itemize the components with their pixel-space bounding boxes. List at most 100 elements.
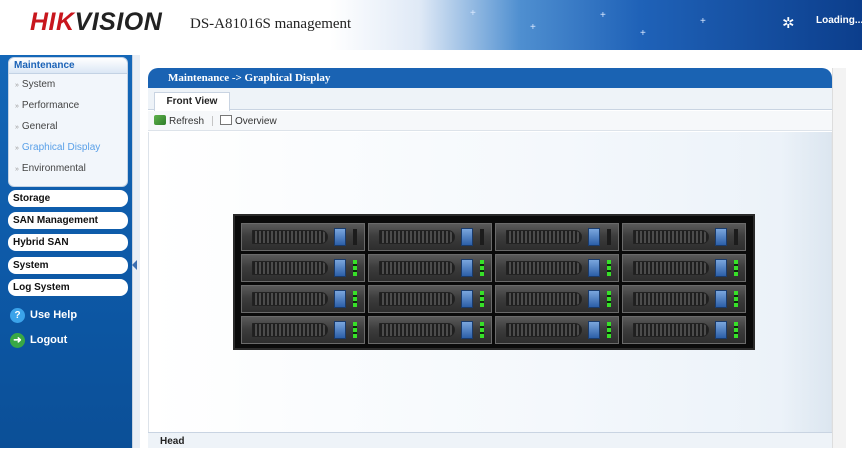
disk-bay[interactable] xyxy=(241,223,365,251)
double-chevron-icon: » xyxy=(15,82,19,89)
sidebar-item-system[interactable]: » System xyxy=(9,74,127,95)
sidebar-item-storage[interactable]: Storage xyxy=(8,190,128,207)
sparkle-decoration: + xyxy=(530,22,536,33)
bay-grip xyxy=(252,261,328,275)
bay-grip xyxy=(506,292,582,306)
disk-bay[interactable] xyxy=(241,285,365,313)
help-icon: ? xyxy=(10,307,25,323)
status-led-icon xyxy=(607,229,611,245)
tab-strip xyxy=(148,88,832,110)
bay-grip xyxy=(633,261,709,275)
breadcrumb: Maintenance -> Graphical Display xyxy=(168,72,331,84)
disk-bay[interactable] xyxy=(241,254,365,282)
sparkle-decoration: + xyxy=(600,10,606,21)
sidebar-item-log-system[interactable]: Log System xyxy=(8,279,128,296)
use-help-label: Use Help xyxy=(30,309,78,321)
bay-grip xyxy=(633,230,709,244)
disk-bay[interactable] xyxy=(622,316,746,344)
display-canvas xyxy=(148,132,832,432)
sidebar-item-hybrid-san[interactable]: Hybrid SAN xyxy=(8,234,128,251)
refresh-icon xyxy=(154,115,166,125)
vertical-scrollbar[interactable] xyxy=(832,68,846,448)
bay-latch-icon xyxy=(715,259,727,277)
sidebar-item-label: Performance xyxy=(21,100,80,111)
sparkle-decoration: + xyxy=(640,28,646,39)
logout-label: Logout xyxy=(30,334,68,346)
sidebar-item-environmental[interactable]: » Environmental xyxy=(9,158,127,179)
loading-spinner-icon: ✲ xyxy=(782,15,795,32)
bay-grip xyxy=(379,323,455,337)
bay-row xyxy=(241,223,747,251)
status-led-icon xyxy=(480,291,484,307)
storage-enclosure xyxy=(233,214,755,350)
sidebar-item-san-management[interactable]: SAN Management xyxy=(8,212,128,229)
disk-bay[interactable] xyxy=(368,285,492,313)
arrow-right-icon: ➜ xyxy=(10,332,25,348)
tab-head[interactable]: Head xyxy=(154,434,190,449)
disk-bay[interactable] xyxy=(368,316,492,344)
logout-button[interactable]: ➜ Logout xyxy=(10,332,67,348)
disk-bay[interactable] xyxy=(368,223,492,251)
sidebar-item-system-group[interactable]: System xyxy=(8,257,128,274)
double-chevron-icon: » xyxy=(15,145,19,152)
status-led-icon xyxy=(607,291,611,307)
sidebar-splitter[interactable] xyxy=(132,55,140,448)
disk-bay[interactable] xyxy=(622,223,746,251)
bay-latch-icon xyxy=(588,259,600,277)
bottom-tab-strip: Head xyxy=(148,432,832,448)
status-led-icon xyxy=(353,291,357,307)
sidebar-item-graphical-display[interactable]: » Graphical Display xyxy=(9,137,127,158)
double-chevron-icon: » xyxy=(15,103,19,110)
overview-label: Overview xyxy=(235,116,277,127)
bay-latch-icon xyxy=(715,228,727,246)
overview-button[interactable]: Overview xyxy=(220,115,277,128)
disk-bay[interactable] xyxy=(622,285,746,313)
disk-bay[interactable] xyxy=(495,223,619,251)
status-led-icon xyxy=(353,229,357,245)
double-chevron-icon: » xyxy=(15,124,19,131)
refresh-button[interactable]: Refresh xyxy=(154,115,204,128)
sidebar-item-label: General xyxy=(21,121,58,132)
bay-latch-icon xyxy=(334,321,346,339)
toolbar: Refresh Overview xyxy=(148,111,832,131)
panel-title-bar: Maintenance -> Graphical Display xyxy=(148,68,832,88)
maintenance-group-title[interactable]: Maintenance xyxy=(9,58,127,74)
logo-hik: HIK xyxy=(30,8,75,36)
disk-bay[interactable] xyxy=(495,285,619,313)
status-led-icon xyxy=(480,260,484,276)
use-help-button[interactable]: ? Use Help xyxy=(10,307,77,323)
disk-bay[interactable] xyxy=(368,254,492,282)
status-led-icon xyxy=(353,322,357,338)
bay-latch-icon xyxy=(588,228,600,246)
status-led-icon xyxy=(353,260,357,276)
bay-grip xyxy=(633,323,709,337)
bay-row xyxy=(241,316,747,344)
bay-latch-icon xyxy=(461,290,473,308)
bay-grip xyxy=(252,323,328,337)
sidebar-item-label: Environmental xyxy=(21,163,86,174)
bay-grip xyxy=(506,230,582,244)
bay-latch-icon xyxy=(715,321,727,339)
collapse-arrow-icon[interactable] xyxy=(132,260,137,270)
sidebar-item-performance[interactable]: » Performance xyxy=(9,95,127,116)
bay-latch-icon xyxy=(334,259,346,277)
disk-bay[interactable] xyxy=(241,316,365,344)
sidebar-item-general[interactable]: » General xyxy=(9,116,127,137)
disk-bay[interactable] xyxy=(495,316,619,344)
toolbar-divider xyxy=(212,116,213,126)
product-title: DS-A81016S management xyxy=(190,16,352,32)
sparkle-decoration: + xyxy=(700,16,706,27)
bay-latch-icon xyxy=(334,290,346,308)
status-text: Loading... xyxy=(816,15,862,26)
bay-latch-icon xyxy=(461,321,473,339)
main-panel: Maintenance -> Graphical Display Front V… xyxy=(148,68,832,448)
sidebar-item-label: System xyxy=(21,79,56,90)
disk-bay[interactable] xyxy=(622,254,746,282)
app-header: + + + + + HIKVISION DS-A81016S managemen… xyxy=(0,0,862,50)
bay-latch-icon xyxy=(461,259,473,277)
bay-grip xyxy=(506,261,582,275)
disk-bay[interactable] xyxy=(495,254,619,282)
status-led-icon xyxy=(607,322,611,338)
bay-latch-icon xyxy=(715,290,727,308)
tab-front-view[interactable]: Front View xyxy=(154,92,230,111)
